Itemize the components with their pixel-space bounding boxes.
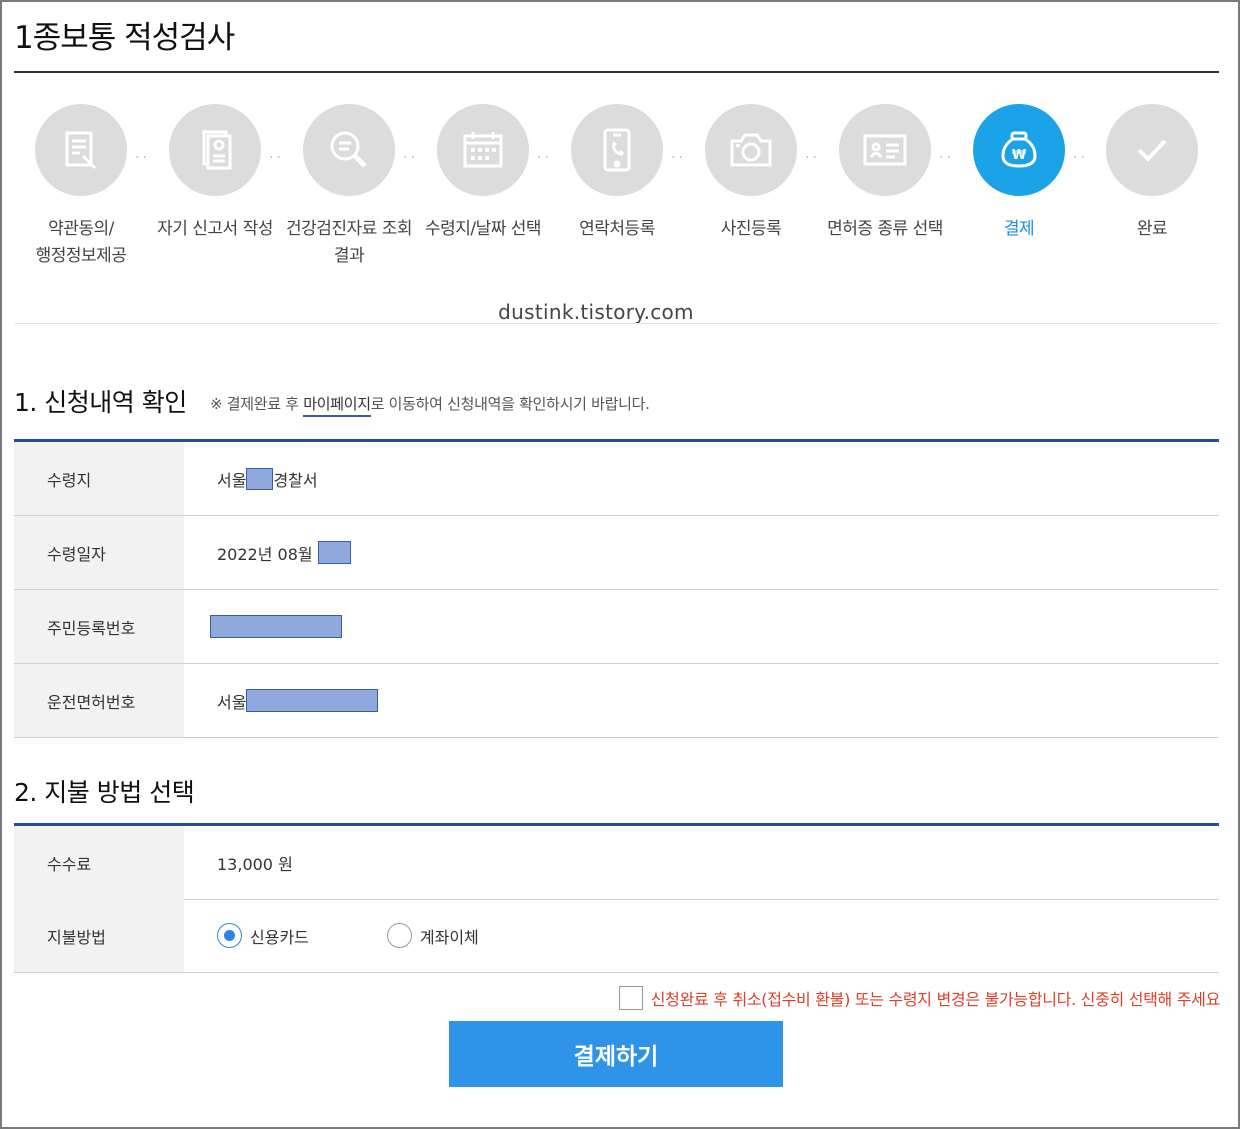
agreement-checkbox[interactable]	[618, 986, 643, 1010]
step-indicator: 약관동의/행정정보제공 ·· 자기 신고서 작성 ·· 건강검진자료 조회 결과 …	[14, 104, 1219, 274]
camera-icon	[705, 104, 797, 196]
step-label: 자기 신고서 작성	[157, 219, 273, 239]
row-label: 수수료	[14, 826, 184, 899]
step-label: 연락처등록	[579, 219, 655, 239]
step-payment: ₩ 결제	[952, 104, 1086, 243]
radio-label: 계좌이체	[419, 927, 479, 947]
table-row: 수령일자 2022년 08월	[14, 516, 1219, 590]
search-icon	[303, 104, 395, 196]
row-value: 서울	[217, 664, 379, 737]
step-label: 사진등록	[720, 219, 782, 239]
redaction-mask	[246, 467, 274, 490]
title-divider	[14, 71, 1219, 73]
table-row: 주민등록번호	[14, 590, 1219, 664]
phone-icon	[571, 104, 663, 196]
step-label: 수령지/날짜 선택	[424, 219, 542, 239]
row-label: 주민등록번호	[14, 590, 184, 663]
value-text: 경찰서	[273, 470, 318, 490]
step-pickup-date: 수령지/날짜 선택	[416, 104, 550, 243]
step-label: 면허증 종류 선택	[827, 219, 943, 239]
step-complete: 완료	[1085, 104, 1219, 243]
mypage-link[interactable]: 마이페이지	[303, 395, 371, 417]
agreement-checkbox-row[interactable]: 신청완료 후 취소(접수비 환불) 또는 수령지 변경은 불가능합니다. 신중히…	[618, 986, 1221, 1010]
step-label-2: 행정정보제공	[35, 246, 127, 266]
row-label: 수령일자	[14, 516, 184, 589]
section-title-payment: 2. 지불 방법 선택	[14, 778, 195, 807]
section-title-application: 1. 신청내역 확인	[14, 388, 187, 417]
step-contact: 연락처등록	[550, 104, 684, 243]
money-bag-icon: ₩	[973, 104, 1065, 196]
step-terms: 약관동의/행정정보제공	[14, 104, 148, 270]
row-value	[210, 590, 342, 663]
radio-credit-card[interactable]: 신용카드	[217, 923, 309, 948]
section-note: ※ 결제완료 후 마이페이지로 이동하여 신청내역을 확인하시기 바랍니다.	[210, 393, 650, 417]
id-document-icon	[169, 104, 261, 196]
radio-button[interactable]	[386, 923, 412, 948]
step-label: 결제	[1003, 219, 1035, 239]
check-icon	[1106, 104, 1198, 196]
step-self-report: 자기 신고서 작성	[148, 104, 282, 243]
note-text: 로 이동하여 신청내역을 확인하시기 바랍니다.	[370, 395, 650, 413]
radio-button[interactable]	[217, 923, 242, 948]
page-title: 1종보통 적성검사	[14, 20, 235, 56]
step-label-2: 결과	[333, 246, 365, 266]
value-text: 서울	[217, 470, 247, 490]
row-label: 지불방법	[14, 899, 184, 972]
license-card-icon	[839, 104, 931, 196]
radio-label: 신용카드	[250, 927, 309, 947]
step-license-type: 면허증 종류 선택	[818, 104, 952, 243]
redaction-mask	[210, 615, 342, 638]
step-photo: 사진등록	[684, 104, 818, 243]
row-value: 서울 경찰서	[217, 442, 318, 515]
table-row: 운전면허번호 서울	[14, 664, 1219, 738]
note-text: ※ 결제완료 후	[210, 395, 304, 413]
steps-divider	[14, 323, 1219, 324]
table-row: 지불방법 신용카드 계좌이체	[14, 899, 1219, 973]
step-label: 완료	[1136, 219, 1168, 239]
radio-bank-transfer[interactable]: 계좌이체	[386, 923, 479, 948]
payment-method-group: 신용카드 계좌이체	[217, 899, 529, 972]
row-label: 수령지	[14, 442, 184, 515]
redaction-mask	[317, 541, 351, 564]
step-health-check: 건강검진자료 조회결과	[282, 104, 416, 270]
redaction-mask	[246, 689, 379, 712]
svg-text:₩: ₩	[1012, 148, 1027, 163]
row-value: 2022년 08월	[217, 516, 351, 589]
document-edit-icon	[35, 104, 127, 196]
value-text: 서울	[217, 692, 247, 712]
step-label: 약관동의/	[48, 219, 114, 239]
step-label: 건강검진자료 조회	[285, 219, 413, 239]
row-label: 운전면허번호	[14, 664, 184, 737]
agreement-text: 신청완료 후 취소(접수비 환불) 또는 수령지 변경은 불가능합니다. 신중히…	[650, 990, 1221, 1009]
value-text: 2022년 08월	[217, 544, 313, 564]
table-row: 수수료 13,000 원	[14, 826, 1219, 900]
fee-value: 13,000 원	[217, 854, 293, 874]
pay-button[interactable]: 결제하기	[449, 1021, 783, 1087]
table-row: 수령지 서울 경찰서	[14, 442, 1219, 516]
watermark: dustink.tistory.com	[498, 300, 694, 324]
calendar-icon	[437, 104, 529, 196]
